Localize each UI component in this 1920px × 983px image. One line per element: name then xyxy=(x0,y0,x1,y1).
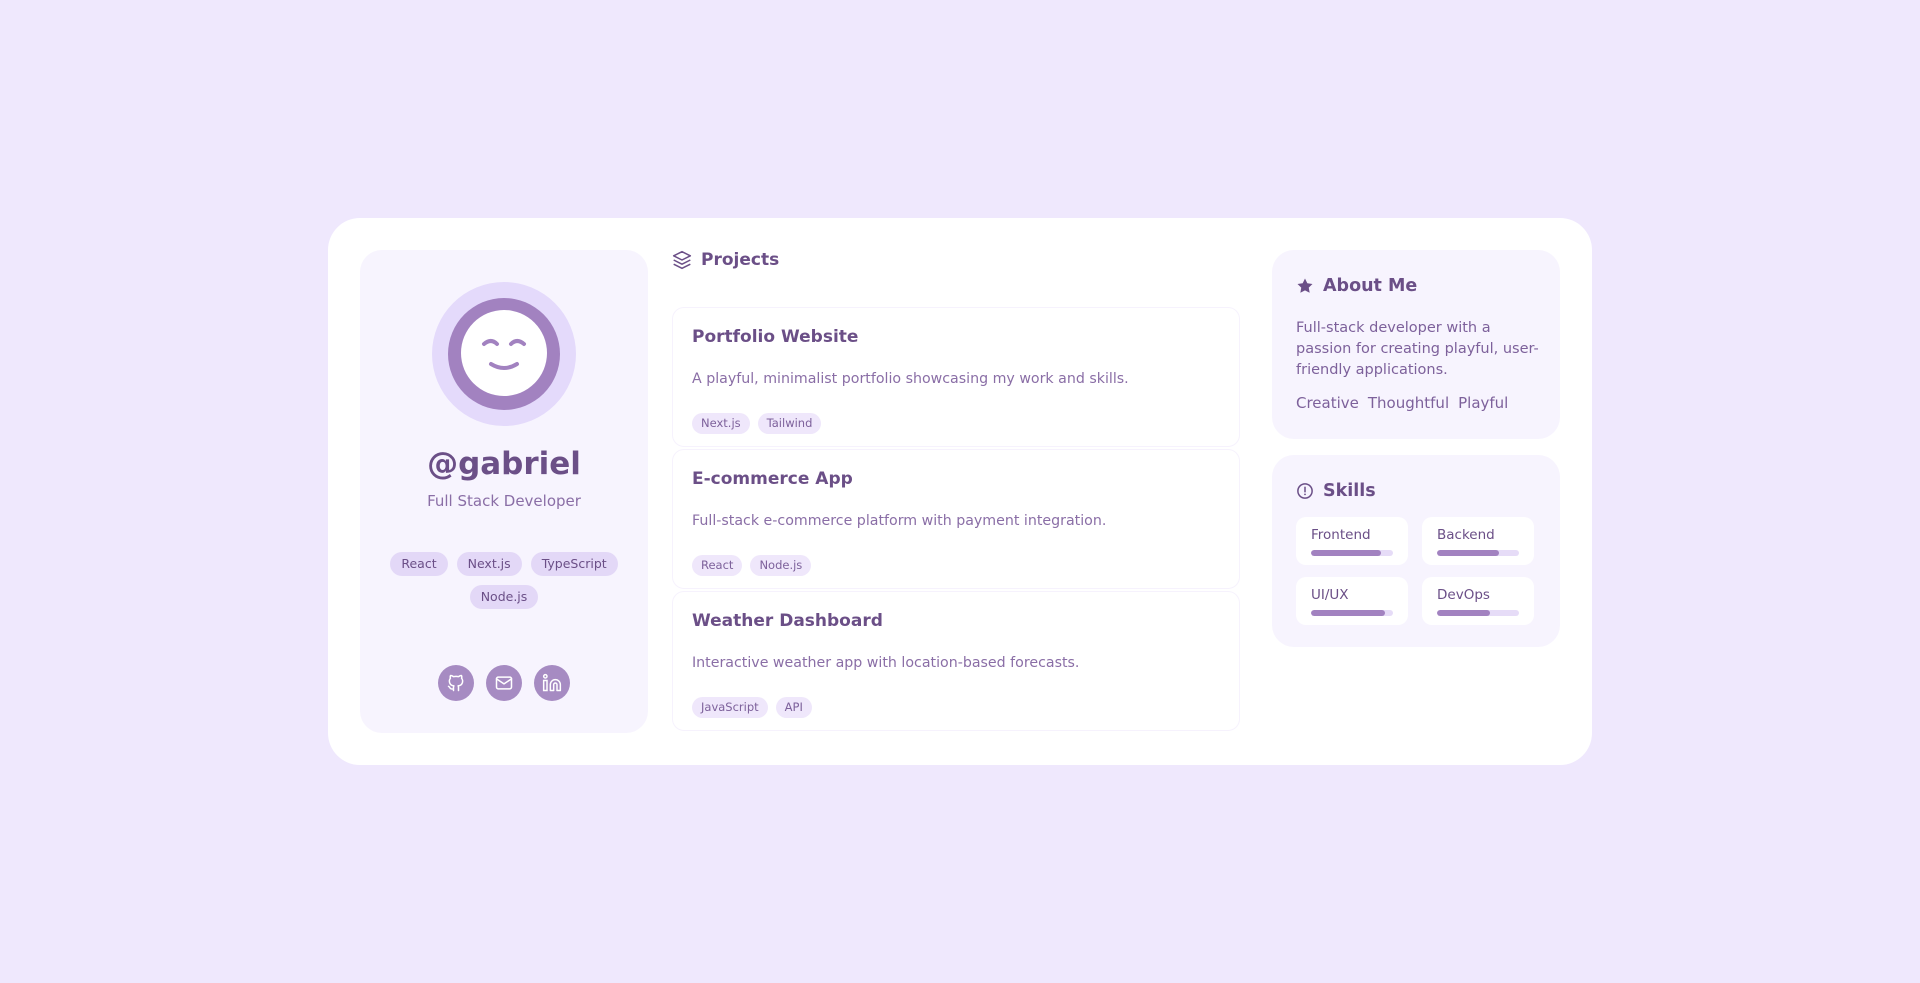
profile-panel: @gabriel Full Stack Developer React Next… xyxy=(360,250,648,733)
skill-progress-fill xyxy=(1311,550,1381,556)
projects-heading-label: Projects xyxy=(701,250,780,270)
skill-card: Backend xyxy=(1422,517,1534,565)
skill-progress-fill xyxy=(1311,610,1385,616)
tech-tag-list: React Next.js TypeScript Node.js xyxy=(388,552,620,609)
portfolio-card: @gabriel Full Stack Developer React Next… xyxy=(328,218,1592,765)
star-icon xyxy=(1297,278,1313,293)
project-card[interactable]: Portfolio Website A playful, minimalist … xyxy=(672,307,1240,447)
project-tag-list: Next.js Tailwind xyxy=(692,413,822,434)
skills-panel: Skills Frontend Backend UI/UX DevOps xyxy=(1272,455,1560,647)
role-title: Full Stack Developer xyxy=(427,492,581,510)
trait: Playful xyxy=(1458,394,1509,412)
project-description: Interactive weather app with location-ba… xyxy=(692,655,1080,671)
skill-card: Frontend xyxy=(1296,517,1408,565)
skill-progress-bar xyxy=(1437,610,1519,616)
trait-list: Creative Thoughtful Playful xyxy=(1296,394,1508,412)
project-tag: React xyxy=(692,555,743,576)
project-title: Portfolio Website xyxy=(692,327,859,347)
project-title: Weather Dashboard xyxy=(692,611,883,631)
avatar xyxy=(432,282,576,426)
skill-card: DevOps xyxy=(1422,577,1534,625)
skill-progress-bar xyxy=(1311,550,1393,556)
tech-tag: Node.js xyxy=(469,585,539,609)
trait: Creative xyxy=(1296,394,1359,412)
skill-name: UI/UX xyxy=(1311,587,1349,603)
alert-circle-icon xyxy=(1297,483,1313,499)
tech-tag: Next.js xyxy=(456,552,522,576)
tech-tag: React xyxy=(390,552,448,576)
about-heading: About Me xyxy=(1296,276,1417,296)
about-panel: About Me Full-stack developer with a pas… xyxy=(1272,250,1560,439)
skills-heading-label: Skills xyxy=(1323,481,1376,501)
project-description: Full-stack e-commerce platform with paym… xyxy=(692,513,1107,529)
project-title: E-commerce App xyxy=(692,469,853,489)
skills-heading: Skills xyxy=(1296,481,1376,501)
username: @gabriel xyxy=(427,446,581,482)
about-heading-label: About Me xyxy=(1323,276,1418,296)
project-tag: Next.js xyxy=(692,413,750,434)
social-links xyxy=(438,665,570,701)
smiley-face-icon xyxy=(448,298,560,410)
project-tag: Node.js xyxy=(750,555,812,576)
github-button[interactable] xyxy=(438,665,474,701)
project-tag: API xyxy=(775,697,812,718)
trait: Thoughtful xyxy=(1367,394,1450,412)
project-tag-list: React Node.js xyxy=(692,555,812,576)
tech-tag: TypeScript xyxy=(530,552,618,576)
project-card[interactable]: E-commerce App Full-stack e-commerce pla… xyxy=(672,449,1240,589)
skill-name: Backend xyxy=(1437,527,1495,543)
skill-card: UI/UX xyxy=(1296,577,1408,625)
skill-progress-bar xyxy=(1437,550,1519,556)
layers-icon xyxy=(672,250,692,270)
project-description: A playful, minimalist portfolio showcasi… xyxy=(692,371,1129,387)
skill-progress-fill xyxy=(1437,610,1491,616)
github-icon xyxy=(447,674,464,692)
skill-grid: Frontend Backend UI/UX DevOps xyxy=(1296,517,1534,625)
project-tag: JavaScript xyxy=(692,697,768,718)
mail-icon xyxy=(495,676,513,690)
about-text: Full-stack developer with a passion for … xyxy=(1296,320,1539,378)
skill-name: DevOps xyxy=(1437,587,1490,603)
linkedin-button[interactable] xyxy=(534,665,570,701)
projects-section: Projects Portfolio Website A playful, mi… xyxy=(672,250,1240,733)
skill-name: Frontend xyxy=(1311,527,1371,543)
project-card[interactable]: Weather Dashboard Interactive weather ap… xyxy=(672,591,1240,731)
projects-heading: Projects xyxy=(672,250,779,270)
skill-progress-bar xyxy=(1311,610,1393,616)
email-button[interactable] xyxy=(486,665,522,701)
linkedin-icon xyxy=(542,673,562,692)
project-tag: Tailwind xyxy=(757,413,822,434)
project-tag-list: JavaScript API xyxy=(692,697,812,718)
skill-progress-fill xyxy=(1437,550,1499,556)
